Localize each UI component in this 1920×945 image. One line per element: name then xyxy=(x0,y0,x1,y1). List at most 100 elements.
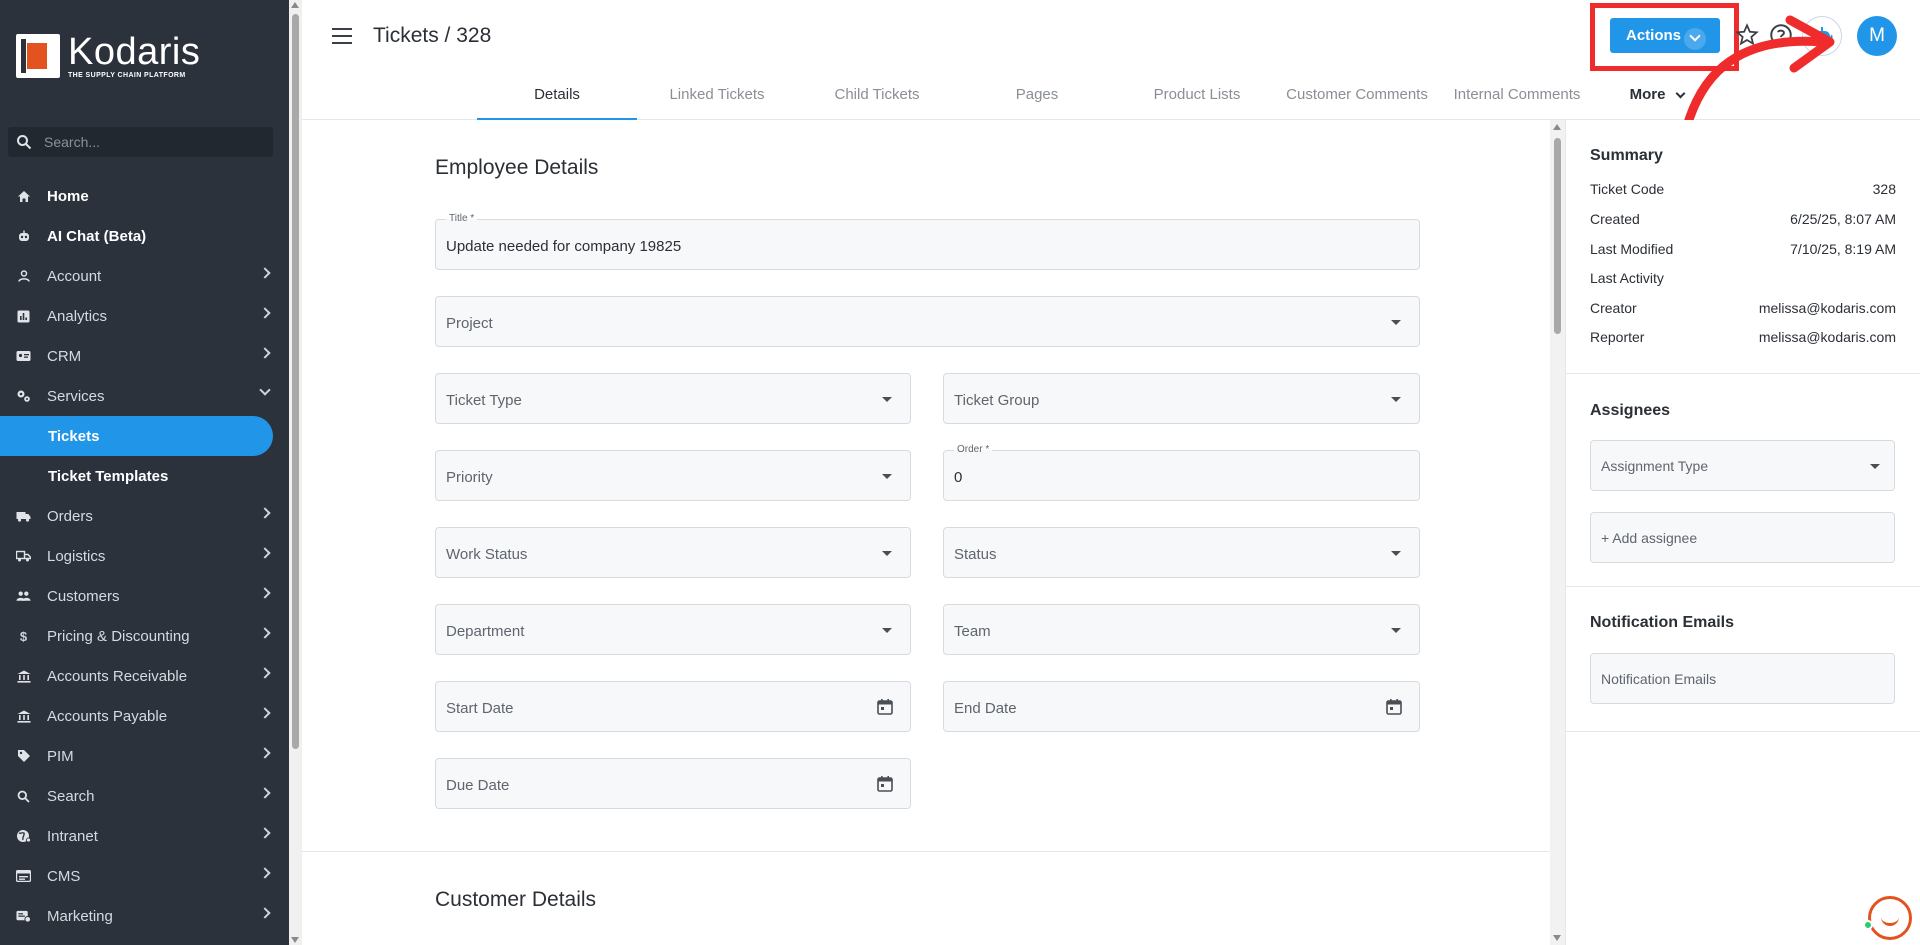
scroll-down-arrow-icon[interactable] xyxy=(291,937,299,943)
department-select[interactable]: Department xyxy=(435,604,911,655)
sidebar-item-account[interactable]: Account xyxy=(0,256,289,296)
chart-icon xyxy=(16,309,31,324)
sidebar-item-ai-chat[interactable]: AI Chat (Beta) xyxy=(0,216,289,256)
sidebar-search[interactable] xyxy=(8,127,273,157)
bank-icon xyxy=(16,669,31,684)
ticket-group-select[interactable]: Ticket Group xyxy=(943,373,1420,424)
dropdown-caret-icon xyxy=(1391,397,1401,402)
summary-row-last-activity: Last Activity xyxy=(1590,270,1664,286)
calendar-icon[interactable] xyxy=(876,775,894,793)
user-avatar[interactable]: M xyxy=(1857,16,1897,56)
sidebar-item-orders[interactable]: Orders xyxy=(0,496,289,536)
status-label: Status xyxy=(954,546,997,563)
dropdown-caret-icon xyxy=(1391,628,1401,633)
scroll-down-arrow-icon[interactable] xyxy=(1553,935,1561,941)
ticket-details-form: Employee Details Title * Update needed f… xyxy=(302,120,1550,945)
sidebar-search-input[interactable] xyxy=(44,134,254,150)
ticket-type-select[interactable]: Ticket Type xyxy=(435,373,911,424)
tab-product-lists[interactable]: Product Lists xyxy=(1117,70,1277,120)
sidebar-item-ticket-templates[interactable]: Ticket Templates xyxy=(0,456,289,496)
title-field-label: Title * xyxy=(446,213,478,224)
tab-child-tickets[interactable]: Child Tickets xyxy=(797,70,957,120)
sidebar-item-search[interactable]: Search xyxy=(0,776,289,816)
logo-mark-icon xyxy=(16,34,60,78)
project-select[interactable]: Project xyxy=(435,296,1420,347)
notification-emails-section: Notification Emails Notification Emails xyxy=(1566,587,1920,732)
sidebar-item-marketing[interactable]: Marketing xyxy=(0,896,289,936)
notification-emails-heading: Notification Emails xyxy=(1590,614,1735,631)
sidebar-item-tickets[interactable]: Tickets xyxy=(0,416,273,456)
order-field[interactable]: Order * 0 xyxy=(943,444,1420,501)
order-field-value: 0 xyxy=(954,469,963,486)
logo-name: Kodaris xyxy=(68,31,201,73)
chevron-right-icon xyxy=(259,707,271,719)
sidebar-nav: Home AI Chat (Beta) Account Analytics CR… xyxy=(0,176,289,936)
sidebar-item-logistics[interactable]: Logistics xyxy=(0,536,289,576)
status-select[interactable]: Status xyxy=(943,527,1420,578)
hamburger-menu-icon[interactable] xyxy=(332,28,352,44)
chevron-right-icon xyxy=(259,827,271,839)
calendar-icon[interactable] xyxy=(1385,698,1403,716)
sidebar-item-intranet[interactable]: Intranet xyxy=(0,816,289,856)
end-date-field[interactable]: End Date xyxy=(943,681,1420,732)
due-date-field[interactable]: Due Date xyxy=(435,758,911,809)
team-select[interactable]: Team xyxy=(943,604,1420,655)
id-card-icon xyxy=(16,349,31,364)
summary-heading: Summary xyxy=(1590,147,1663,164)
main-scroll-thumb[interactable] xyxy=(1554,138,1561,334)
summary-row-creator: Creator melissa@kodaris.com xyxy=(1590,300,1896,316)
work-status-select[interactable]: Work Status xyxy=(435,527,911,578)
tab-linked-tickets[interactable]: Linked Tickets xyxy=(637,70,797,120)
sidebar: Kodaris THE SUPPLY CHAIN PLATFORM Home A… xyxy=(0,0,289,945)
sidebar-item-cms[interactable]: CMS xyxy=(0,856,289,896)
dollar-icon: $ xyxy=(19,628,28,644)
tab-customer-comments[interactable]: Customer Comments xyxy=(1277,70,1437,120)
scroll-up-arrow-icon[interactable] xyxy=(1553,124,1561,130)
sidebar-scroll-thumb[interactable] xyxy=(292,14,299,749)
priority-label: Priority xyxy=(446,469,493,486)
team-label: Team xyxy=(954,623,991,640)
tab-internal-comments[interactable]: Internal Comments xyxy=(1437,70,1597,120)
chevron-right-icon xyxy=(259,907,271,919)
sidebar-item-crm[interactable]: CRM xyxy=(0,336,289,376)
notification-emails-input[interactable]: Notification Emails xyxy=(1590,653,1895,704)
ticket-group-label: Ticket Group xyxy=(954,392,1040,409)
sidebar-item-customers[interactable]: Customers xyxy=(0,576,289,616)
end-date-label: End Date xyxy=(954,700,1017,717)
title-field[interactable]: Title * Update needed for company 19825 xyxy=(435,213,1420,270)
sidebar-item-accounts-payable[interactable]: Accounts Payable xyxy=(0,696,289,736)
person-icon xyxy=(16,269,31,284)
main-scrollbar[interactable] xyxy=(1550,120,1565,945)
chevron-right-icon xyxy=(259,627,271,639)
sidebar-item-services[interactable]: Services xyxy=(0,376,289,416)
kodaris-logo[interactable]: Kodaris THE SUPPLY CHAIN PLATFORM xyxy=(16,33,200,79)
sidebar-scrollbar[interactable] xyxy=(289,0,302,945)
notification-emails-placeholder: Notification Emails xyxy=(1601,671,1717,687)
sidebar-item-pricing[interactable]: $ Pricing & Discounting xyxy=(0,616,289,656)
dropdown-caret-icon xyxy=(1391,320,1401,325)
megaphone-icon xyxy=(16,909,31,924)
tab-pages[interactable]: Pages xyxy=(957,70,1117,120)
add-assignee-field[interactable]: + Add assignee xyxy=(1590,512,1895,563)
start-date-field[interactable]: Start Date xyxy=(435,681,911,732)
scroll-up-arrow-icon[interactable] xyxy=(291,2,299,8)
sidebar-item-accounts-receivable[interactable]: Accounts Receivable xyxy=(0,656,289,696)
page-header: Tickets / 328 Details Linked Tickets Chi… xyxy=(302,0,1920,143)
search-icon xyxy=(16,789,31,804)
customer-details-heading: Customer Details xyxy=(435,888,597,911)
dropdown-caret-icon xyxy=(882,551,892,556)
assignment-type-select[interactable]: Assignment Type xyxy=(1590,440,1895,491)
tab-details[interactable]: Details xyxy=(477,70,637,120)
chevron-down-icon xyxy=(259,384,271,396)
chevron-right-icon xyxy=(259,587,271,599)
bank-icon xyxy=(16,709,31,724)
sidebar-item-pim[interactable]: PIM xyxy=(0,736,289,776)
chevron-right-icon xyxy=(259,547,271,559)
sidebar-item-analytics[interactable]: Analytics xyxy=(0,296,289,336)
calendar-icon[interactable] xyxy=(876,698,894,716)
priority-select[interactable]: Priority xyxy=(435,450,911,501)
sidebar-item-home[interactable]: Home xyxy=(0,176,289,216)
section-divider xyxy=(302,851,1550,852)
gears-icon xyxy=(16,389,31,404)
support-chat-icon[interactable] xyxy=(1868,896,1912,940)
